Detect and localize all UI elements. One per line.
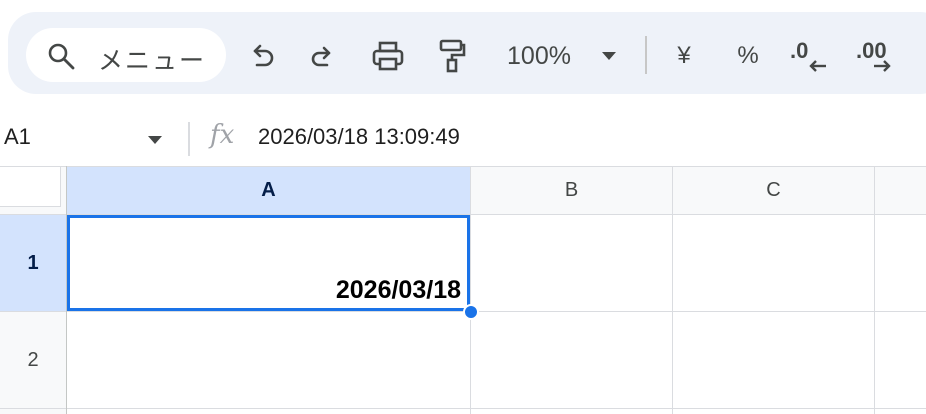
cell-b1[interactable] — [471, 215, 672, 311]
formula-bar-divider — [188, 122, 190, 156]
zoom-select[interactable]: 100% — [498, 34, 580, 78]
decrease-decimal-button[interactable]: .0 — [790, 34, 838, 78]
select-all-corner[interactable] — [0, 166, 66, 214]
zoom-value: 100% — [507, 41, 571, 70]
decrease-decimal-label: .0 — [790, 38, 809, 63]
column-header-c[interactable]: C — [673, 166, 874, 214]
undo-button[interactable] — [242, 34, 282, 78]
row-header-3[interactable] — [0, 409, 66, 414]
row-header-1[interactable]: 1 — [0, 215, 66, 311]
increase-decimal-button[interactable]: .00 — [856, 34, 912, 78]
menu-search-label: メニュー — [98, 47, 207, 75]
redo-button[interactable] — [302, 34, 342, 78]
paint-format-button[interactable] — [432, 34, 472, 78]
column-header-b[interactable]: B — [471, 166, 672, 214]
column-header-label: A — [261, 178, 276, 201]
currency-label: ¥ — [677, 42, 691, 69]
percent-format-button[interactable]: % — [728, 34, 768, 78]
column-header-label: C — [766, 178, 781, 201]
decrease-decimal-icon — [808, 60, 828, 72]
cell-c2[interactable] — [673, 312, 874, 408]
redo-icon — [307, 41, 337, 71]
fx-icon: fx — [210, 120, 235, 150]
gridline — [0, 166, 926, 167]
column-header-a[interactable]: A — [67, 166, 470, 214]
paint-format-icon — [438, 38, 466, 74]
zoom-dropdown-icon — [601, 51, 617, 61]
menu-search-box[interactable]: メニュー — [26, 28, 226, 82]
corner-inner — [0, 166, 61, 207]
name-box-dropdown-icon[interactable] — [147, 132, 163, 150]
undo-icon — [247, 41, 277, 71]
formula-input[interactable]: 2026/03/18 13:09:49 — [258, 124, 460, 150]
spreadsheet-grid: A B C 1 2 2026/03/18 — [0, 166, 926, 414]
increase-decimal-label: .00 — [856, 38, 887, 63]
print-icon — [371, 40, 405, 72]
name-box[interactable]: A1 — [4, 124, 31, 150]
row-header-2[interactable]: 2 — [0, 312, 66, 408]
gridline — [0, 408, 926, 409]
toolbar-divider — [645, 36, 647, 74]
percent-label: % — [737, 42, 759, 69]
cell-c1[interactable] — [673, 215, 874, 311]
cell-b2[interactable] — [471, 312, 672, 408]
cell-a1-value: 2026/03/18 — [335, 276, 461, 304]
currency-format-button[interactable]: ¥ — [664, 34, 704, 78]
gridline — [874, 166, 875, 414]
fill-handle[interactable] — [463, 304, 479, 320]
cell-a2[interactable] — [67, 312, 470, 408]
zoom-dropdown-button[interactable] — [596, 34, 622, 78]
row-header-label: 2 — [27, 348, 39, 371]
cell-a1-selected[interactable]: 2026/03/18 — [67, 215, 470, 311]
increase-decimal-icon — [872, 60, 892, 72]
row-header-label: 1 — [27, 251, 39, 274]
column-header-d[interactable] — [875, 166, 926, 214]
print-button[interactable] — [366, 34, 410, 78]
search-icon — [46, 41, 76, 76]
column-header-label: B — [564, 178, 579, 201]
